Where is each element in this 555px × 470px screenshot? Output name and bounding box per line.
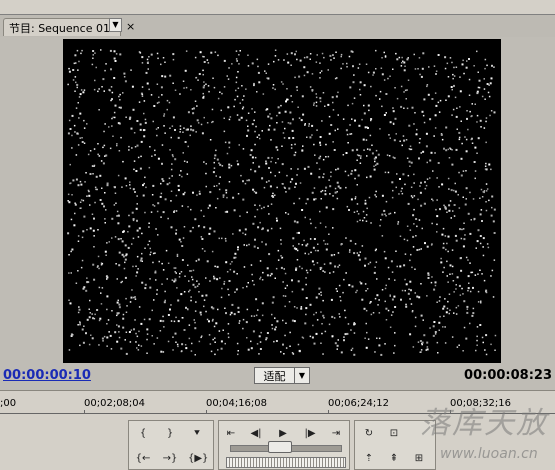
zoom-fit-label: 适配	[263, 369, 286, 383]
chevron-down-icon: ▼	[294, 368, 309, 383]
window-top-strip	[0, 0, 555, 15]
set-out-button[interactable]: }	[161, 426, 179, 442]
program-monitor: 00:00:00:10 适配 ▼ 00:00:08:23	[0, 37, 555, 390]
extract-button[interactable]: ⇞	[385, 451, 403, 467]
goto-out-button[interactable]: →}	[161, 451, 179, 467]
particle-frame	[67, 49, 497, 356]
tab-label: 节目: Sequence 01	[9, 21, 110, 35]
step-forward-button[interactable]: |▶	[301, 426, 319, 442]
play-in-to-out-button[interactable]: {▶}	[188, 451, 208, 467]
step-to-edit-forward-button[interactable]: ⇥	[327, 426, 345, 442]
set-in-button[interactable]: {	[134, 426, 152, 442]
tab-program-sequence[interactable]: 节目: Sequence 01	[3, 18, 121, 36]
current-timecode[interactable]: 00:00:00:10	[3, 368, 91, 383]
export-frame-button[interactable]: ⊞	[410, 451, 428, 467]
loop-button[interactable]: ↻	[360, 426, 378, 442]
ruler-tick	[84, 410, 85, 413]
zoom-fit-select[interactable]: 适配 ▼	[254, 367, 310, 384]
duration-timecode: 00:00:08:23	[464, 368, 552, 383]
close-icon[interactable]: ×	[126, 20, 135, 34]
ruler-label: 00;02;08;04	[84, 398, 146, 409]
add-marker-button[interactable]: ⯆	[188, 426, 206, 442]
goto-in-button[interactable]: {←	[134, 451, 152, 467]
panel-tab-bar: 节目: Sequence 01 ▼ ×	[0, 15, 555, 38]
lift-button[interactable]: ⇡	[360, 451, 378, 467]
step-to-edit-back-button[interactable]: ⇤	[222, 426, 240, 442]
safe-margins-button[interactable]: ⊡	[385, 426, 403, 442]
step-back-button[interactable]: ◀|	[247, 426, 265, 442]
watermark-logo: 落库天放	[420, 406, 548, 441]
ruler-label: ;00	[0, 398, 17, 409]
watermark-url: www.luoan.cn	[440, 446, 538, 462]
marker-controls-group: { } ⯆ {← →} {▶}	[128, 420, 214, 470]
ruler-tick	[328, 410, 329, 413]
tab-menu-button[interactable]: ▼	[109, 18, 122, 32]
ruler-label: 00;06;24;12	[328, 398, 390, 409]
video-preview[interactable]	[63, 39, 501, 363]
ruler-tick	[206, 410, 207, 413]
shuttle-slider[interactable]	[268, 441, 292, 453]
scrub-wheel[interactable]	[226, 457, 346, 468]
play-button[interactable]: ▶	[274, 426, 292, 442]
ruler-label: 00;04;16;08	[206, 398, 268, 409]
